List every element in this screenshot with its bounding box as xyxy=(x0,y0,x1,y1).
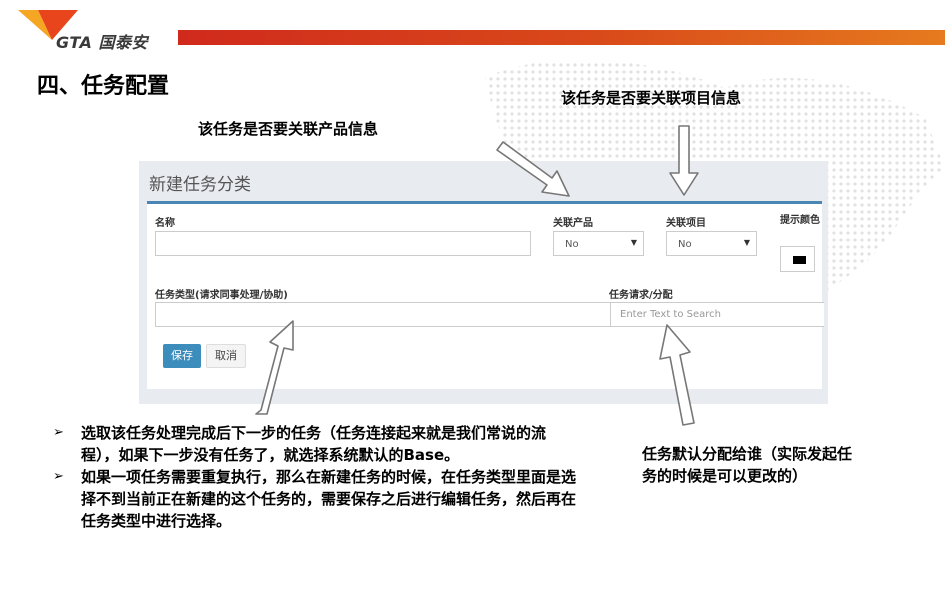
bullet-text-1: 选取该任务处理完成后下一步的任务（任务连接起来就是我们常说的流程），如果下一步没… xyxy=(81,424,547,464)
callout-arrow-icon xyxy=(496,141,570,197)
list-item: ➢ 选取该任务处理完成后下一步的任务（任务连接起来就是我们常说的流程），如果下一… xyxy=(53,422,583,466)
callout-arrow-icon xyxy=(669,125,699,196)
assign-note: 任务默认分配给谁（实际发起任务的时候是可以更改的） xyxy=(642,445,853,485)
callout-arrow-icon xyxy=(255,320,294,415)
list-item: ➢ 如果一项任务需要重复执行，那么在新建任务的时候，在任务类型里面是选择不到当前… xyxy=(53,466,583,532)
bullet-text-2: 如果一项任务需要重复执行，那么在新建任务的时候，在任务类型里面是选择不到当前正在… xyxy=(81,468,577,530)
bullet-arrow-icon: ➢ xyxy=(53,469,64,484)
notes-list: ➢ 选取该任务处理完成后下一步的任务（任务连接起来就是我们常说的流程），如果下一… xyxy=(53,422,583,532)
bullet-arrow-icon: ➢ xyxy=(53,425,64,440)
callout-arrow-icon xyxy=(659,324,695,426)
